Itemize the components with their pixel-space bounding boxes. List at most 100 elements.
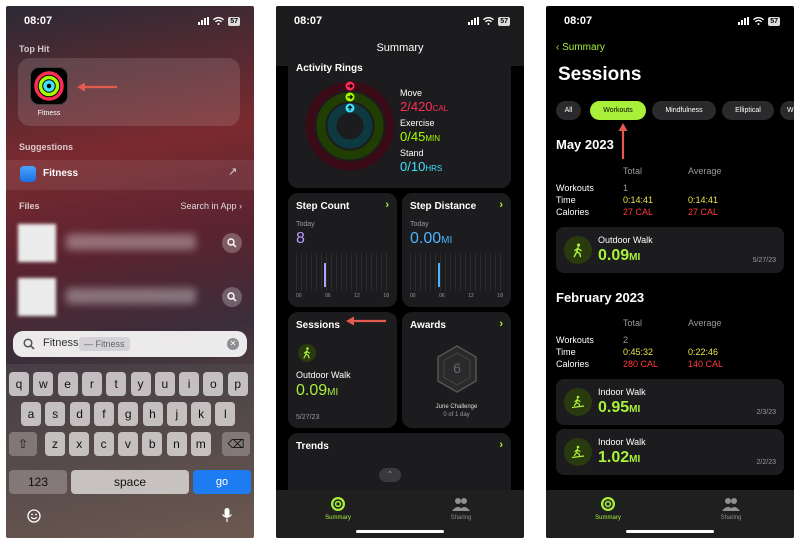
status-bar: 08:07 57 bbox=[564, 14, 780, 28]
col-total: Total bbox=[623, 166, 643, 176]
key-i[interactable]: i bbox=[179, 372, 200, 396]
file-thumbnail bbox=[18, 278, 56, 316]
step-distance-ticks: 00 06 12 18 bbox=[410, 293, 503, 299]
filter-workouts[interactable]: Workouts bbox=[590, 101, 646, 120]
activity-rings-card[interactable]: Activity Rings Move 2/420CAL Exercise 0/… bbox=[288, 58, 511, 188]
numbers-key[interactable]: 123 bbox=[9, 470, 67, 494]
chevron-right-icon: › bbox=[385, 199, 389, 211]
clear-icon[interactable]: ✕ bbox=[227, 338, 239, 350]
key-w[interactable]: w bbox=[33, 372, 54, 396]
summary-rings-icon bbox=[601, 497, 615, 511]
key-k[interactable]: k bbox=[191, 402, 212, 426]
key-y[interactable]: y bbox=[130, 372, 151, 396]
key-g[interactable]: g bbox=[118, 402, 139, 426]
step-distance-title: Step Distance bbox=[410, 201, 477, 212]
key-c[interactable]: c bbox=[93, 432, 114, 456]
may-time-average: 0:14:41 bbox=[688, 195, 719, 205]
go-key[interactable]: go bbox=[193, 470, 251, 494]
emoji-icon[interactable] bbox=[27, 509, 41, 528]
key-j[interactable]: j bbox=[166, 402, 187, 426]
workout-row[interactable]: Indoor Walk 1.02MI 2/2/23 bbox=[556, 429, 784, 475]
chevron-right-icon: › bbox=[499, 199, 503, 211]
key-p[interactable]: p bbox=[227, 372, 248, 396]
tab-summary[interactable]: Summary bbox=[308, 496, 368, 521]
home-indicator bbox=[626, 530, 714, 533]
key-q[interactable]: q bbox=[9, 372, 29, 396]
workout-distance: 0.95MI bbox=[598, 399, 641, 416]
sessions-card[interactable]: Sessions Outdoor Walk 0.09MI 5/27/23 bbox=[288, 312, 397, 428]
step-count-period: Today bbox=[296, 221, 315, 228]
section-title-may: May 2023 bbox=[556, 137, 614, 152]
filter-more[interactable]: W bbox=[780, 101, 794, 120]
status-bar: 08:07 57 bbox=[294, 14, 510, 28]
tab-sharing[interactable]: Sharing bbox=[431, 496, 491, 521]
activity-rings-title: Activity Rings bbox=[296, 63, 363, 74]
battery-icon: 57 bbox=[498, 16, 510, 26]
search-icon[interactable] bbox=[222, 233, 242, 253]
search-icon[interactable] bbox=[222, 287, 242, 307]
row-calories: Calories bbox=[556, 207, 590, 217]
workout-row[interactable]: Outdoor Walk 0.09MI 5/27/23 bbox=[556, 227, 784, 273]
annotation-arrow bbox=[618, 123, 628, 159]
key-x[interactable]: x bbox=[69, 432, 90, 456]
search-in-app-label: Search in App bbox=[180, 201, 237, 211]
exercise-label: Exercise bbox=[400, 118, 435, 128]
search-field[interactable]: Fitness — Fitness ✕ bbox=[13, 331, 247, 357]
may-time-total: 0:14:41 bbox=[623, 195, 654, 205]
key-m[interactable]: m bbox=[190, 432, 211, 456]
space-key[interactable]: space bbox=[71, 470, 189, 494]
col-average: Average bbox=[688, 318, 722, 328]
key-d[interactable]: d bbox=[69, 402, 90, 426]
feb-calories-total: 280 CAL bbox=[623, 359, 659, 369]
key-e[interactable]: e bbox=[57, 372, 78, 396]
key-f[interactable]: f bbox=[93, 402, 114, 426]
tab-sharing-label: Sharing bbox=[720, 515, 742, 521]
tab-sharing[interactable]: Sharing bbox=[701, 496, 761, 521]
filter-mindfulness[interactable]: Mindfulness bbox=[652, 101, 716, 120]
key-z[interactable]: z bbox=[45, 432, 65, 456]
shift-key[interactable]: ⇧ bbox=[9, 432, 37, 456]
back-label: Summary bbox=[562, 42, 605, 53]
walking-icon bbox=[298, 344, 316, 362]
chevron-up-icon[interactable]: ⌃ bbox=[379, 468, 401, 482]
may-calories-average: 27 CAL bbox=[688, 207, 719, 217]
workout-distance: 1.02MI bbox=[598, 449, 641, 466]
feb-time-total: 0:45:32 bbox=[623, 347, 654, 357]
file-result-row[interactable] bbox=[18, 224, 246, 262]
key-o[interactable]: o bbox=[203, 372, 224, 396]
backspace-key[interactable]: ⌫ bbox=[222, 432, 250, 456]
keyboard: q w e r t y u i o p a s d f g h j k l ⇧ z x c v b n m ⌫ 123 space go bbox=[6, 364, 254, 538]
filter-all[interactable]: All bbox=[556, 101, 581, 120]
tab-sharing-label: Sharing bbox=[450, 515, 472, 521]
activity-rings-icon bbox=[34, 71, 64, 101]
search-in-app-button[interactable]: Search in App › bbox=[180, 201, 242, 211]
signal-icon bbox=[738, 17, 750, 25]
key-r[interactable]: r bbox=[81, 372, 102, 396]
key-t[interactable]: t bbox=[106, 372, 127, 396]
key-h[interactable]: h bbox=[142, 402, 163, 426]
trends-title: Trends bbox=[296, 441, 329, 452]
key-v[interactable]: v bbox=[117, 432, 138, 456]
tab-summary[interactable]: Summary bbox=[578, 496, 638, 521]
row-workouts: Workouts bbox=[556, 183, 594, 193]
step-count-card[interactable]: Step Count › Today 8 00 06 12 18 bbox=[288, 193, 397, 307]
fitness-summary-screen: 08:07 57 Summary Activity Rings Move 2/4… bbox=[276, 6, 524, 538]
key-a[interactable]: a bbox=[21, 402, 41, 426]
sessions-workout-name: Outdoor Walk bbox=[296, 370, 351, 380]
fitness-app-icon[interactable] bbox=[30, 67, 68, 105]
award-name: June Challenge bbox=[435, 404, 478, 410]
key-s[interactable]: s bbox=[45, 402, 66, 426]
key-b[interactable]: b bbox=[142, 432, 163, 456]
step-distance-card[interactable]: Step Distance › Today 0.00MI 00 06 12 18 bbox=[402, 193, 511, 307]
awards-card[interactable]: Awards › 6 June Challenge 0 of 1 day bbox=[402, 312, 511, 428]
file-result-row[interactable] bbox=[18, 278, 246, 316]
workout-row[interactable]: Indoor Walk 0.95MI 2/3/23 bbox=[556, 379, 784, 425]
workout-distance: 0.09MI bbox=[598, 247, 641, 264]
back-button[interactable]: ‹ Summary bbox=[556, 42, 605, 53]
microphone-icon[interactable] bbox=[221, 507, 233, 528]
filter-elliptical[interactable]: Elliptical bbox=[722, 101, 774, 120]
key-n[interactable]: n bbox=[166, 432, 187, 456]
key-u[interactable]: u bbox=[154, 372, 175, 396]
key-l[interactable]: l bbox=[215, 402, 236, 426]
step-distance-bar bbox=[438, 263, 440, 287]
